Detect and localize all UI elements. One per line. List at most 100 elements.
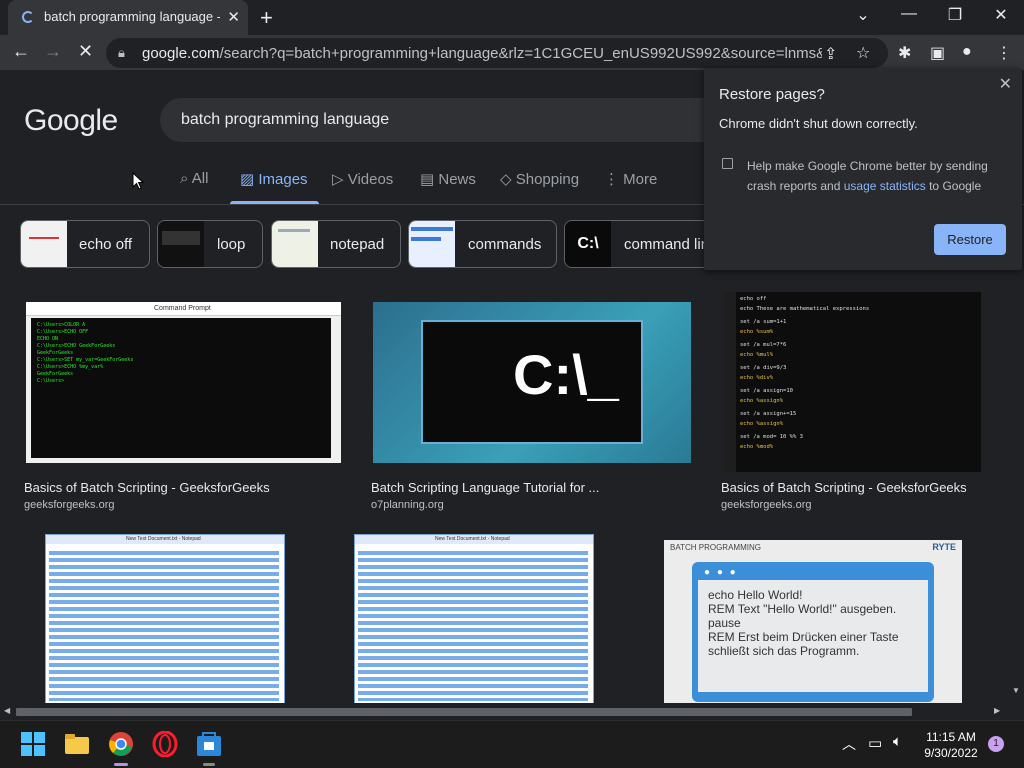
scroll-left-icon[interactable]: ◀ [4,706,10,715]
mouse-cursor-icon [132,172,144,190]
restore-button[interactable]: Restore [934,224,1006,255]
result-image-4[interactable]: New Text Document.txt - Notepad [45,534,285,710]
google-logo[interactable]: Google [24,104,118,138]
result-image-1[interactable]: Command Prompt C:\Users>COLOR A C:\Users… [26,302,341,463]
image-caption: New Text Document.txt - Notepad [126,536,201,542]
opera-icon[interactable] [152,731,178,757]
minimize-icon[interactable]: — [894,5,924,23]
loading-spinner-icon [22,11,34,23]
checkbox-label: Help make Google Chrome better by sendin… [747,159,988,193]
url-text: google.com/search?q=batch+programming+la… [142,45,822,62]
open-app-indicator [203,763,215,766]
tab-news[interactable]: ▤ News [420,170,476,188]
windows-taskbar: ︿ ▭ 🔈︎ 11:15 AM 9/30/2022 1 [0,720,1024,768]
restore-window-icon[interactable]: ❐ [940,5,970,25]
chip-command-line[interactable]: C:\ command line [564,220,704,268]
more-vert-icon: ⋮ [604,171,619,188]
search-tabs: ⌕ All ▨ Images ▷ Videos ▤ News ◇ Shoppin… [0,166,700,204]
text-window: ● ● ● echo Hello World! REM Text "Hello … [692,562,934,702]
tab-title: batch programming language - Google [44,9,220,24]
chip-commands[interactable]: commands [408,220,557,268]
result-image-6[interactable]: BATCH PROGRAMMING RYTE ● ● ● echo Hello … [664,540,962,710]
result-source-2[interactable]: o7planning.org [371,499,444,511]
bookmark-star-icon[interactable]: ☆ [856,43,870,63]
active-app-indicator [114,763,128,766]
chrome-icon[interactable] [108,731,134,757]
close-tab-icon[interactable]: ✕ [227,8,240,26]
scrollbar-thumb[interactable] [16,708,912,716]
lock-icon[interactable]: 🔒︎ [118,45,125,61]
file-explorer-icon[interactable] [64,731,90,757]
scroll-down-icon[interactable]: ▼ [1012,686,1020,695]
tab-search-icon[interactable]: ⌄ [848,5,878,25]
tab-images[interactable]: ▨ Images [240,170,308,188]
scroll-right-icon[interactable]: ▶ [994,706,1000,715]
volume-icon[interactable]: 🔈︎ [893,733,902,750]
result-image-5[interactable]: New Text Document.txt - Notepad [354,534,594,710]
network-icon[interactable]: ▭ [868,734,882,752]
windows-start-icon[interactable] [20,731,46,757]
chip-loop[interactable]: loop [157,220,263,268]
menu-icon[interactable]: ⋮ [996,43,1012,63]
selected-text [49,551,279,701]
tab-all[interactable]: ⌕ All [180,170,208,187]
clock[interactable]: 11:15 AM 9/30/2022 [916,729,986,761]
notification-badge[interactable]: 1 [988,736,1004,752]
store-icon[interactable] [196,731,222,757]
address-bar[interactable]: 🔒︎ google.com/search?q=batch+programming… [106,38,888,68]
play-icon: ▷ [332,171,344,188]
dialog-title: Restore pages? [719,86,825,103]
result-title-1[interactable]: Basics of Batch Scripting - GeeksforGeek… [24,480,270,495]
back-icon[interactable]: ← [12,41,30,62]
result-title-2[interactable]: Batch Scripting Language Tutorial for ..… [371,480,599,495]
share-icon[interactable]: ⇪ [824,44,837,64]
code-listing: echo off echo These are mathematical exp… [740,296,870,450]
search-query: batch programming language [181,111,390,128]
result-image-2[interactable]: C:\_ [373,302,691,463]
show-hidden-icons-icon[interactable]: ︿ [842,734,856,754]
image-caption: C:\_ [513,343,619,406]
news-icon: ▤ [420,171,435,188]
tag-icon: ◇ [500,171,512,188]
selected-text [358,551,588,701]
usage-statistics-link[interactable]: usage statistics [844,179,926,193]
close-icon[interactable]: ✕ [999,74,1012,94]
tab-strip: batch programming language - Google ✕ + … [0,0,1024,35]
tab-more[interactable]: ⋮ More [604,170,657,188]
crash-report-checkbox[interactable] [722,158,733,169]
chip-thumbnail [21,221,67,267]
chip-echo-off[interactable]: echo off [20,220,150,268]
horizontal-scrollbar[interactable]: ◀ ▶ [0,703,1024,720]
image-caption: Command Prompt [154,305,211,312]
chip-thumbnail: C:\ [565,221,611,267]
chip-thumbnail [409,221,455,267]
search-input[interactable]: batch programming language [160,98,760,142]
image-caption: New Text Document.txt - Notepad [435,536,510,542]
result-image-3[interactable]: echo off echo These are mathematical exp… [724,292,981,472]
url-host: google.com [142,45,220,62]
browser-tab[interactable]: batch programming language - Google ✕ [8,0,248,35]
tab-shopping[interactable]: ◇ Shopping [500,170,579,188]
profile-icon[interactable]: ● [962,43,972,61]
url-path: /search?q=batch+programming+language&rlz… [219,45,822,62]
restore-pages-dialog: Restore pages? ✕ Chrome didn't shut down… [704,68,1022,270]
stop-loading-icon[interactable]: ✕ [78,41,93,62]
forward-icon[interactable]: → [44,41,62,62]
image-caption: BATCH PROGRAMMING [670,543,761,552]
chip-thumbnail [272,221,318,267]
cmd-window: C:\Users>COLOR A C:\Users>ECHO OFF ECHO … [31,318,331,458]
chip-notepad[interactable]: notepad [271,220,401,268]
tab-videos[interactable]: ▷ Videos [332,170,393,188]
extensions-icon[interactable]: ✱ [898,43,911,63]
image-icon: ▨ [240,171,255,188]
close-window-icon[interactable]: ✕ [986,5,1016,25]
new-tab-icon[interactable]: + [260,5,273,31]
search-icon: ⌕ [180,170,189,187]
chip-thumbnail [158,221,204,267]
ryte-logo: RYTE [932,542,956,552]
result-source-3[interactable]: geeksforgeeks.org [721,499,812,511]
browser-toolbar: ← → ✕ 🔒︎ google.com/search?q=batch+progr… [0,35,1024,70]
result-source-1[interactable]: geeksforgeeks.org [24,499,115,511]
result-title-3[interactable]: Basics of Batch Scripting - GeeksforGeek… [721,480,967,495]
side-panel-icon[interactable]: ▣ [930,43,945,63]
